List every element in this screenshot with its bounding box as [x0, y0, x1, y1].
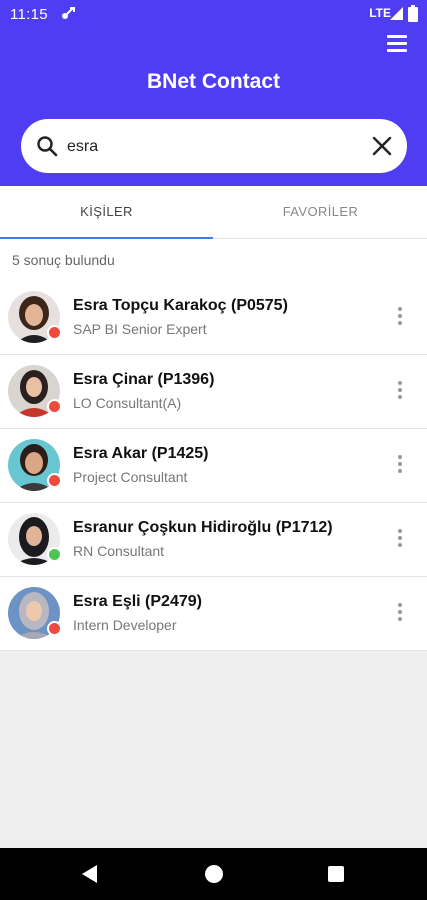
contact-name: Esra Akar (P1425): [73, 445, 209, 462]
more-options-icon[interactable]: [397, 529, 403, 551]
status-indicator: [47, 473, 62, 488]
search-icon: [37, 136, 58, 157]
results-header: 5 sonuç bulundu: [0, 239, 427, 281]
search-input[interactable]: [65, 133, 349, 161]
contact-row[interactable]: Esranur Çoşkun Hidiroğlu (P1712) RN Cons…: [0, 503, 427, 577]
tab-kisiler[interactable]: KİŞİLER: [0, 186, 213, 238]
status-time: 11:15: [10, 6, 48, 23]
more-options-icon[interactable]: [397, 381, 403, 403]
contact-name: Esra Çinar (P1396): [73, 371, 215, 388]
more-options-icon[interactable]: [397, 603, 403, 625]
more-options-icon[interactable]: [397, 455, 403, 477]
contact-list: Esra Topçu Karakoç (P0575) SAP BI Senior…: [0, 281, 427, 651]
contact-row[interactable]: Esra Topçu Karakoç (P0575) SAP BI Senior…: [0, 281, 427, 355]
status-indicator: [47, 621, 62, 636]
status-indicator: [47, 399, 62, 414]
contact-row[interactable]: Esra Eşli (P2479) Intern Developer: [0, 577, 427, 651]
network-type: LTE: [369, 6, 391, 20]
contact-role: SAP BI Senior Expert: [73, 321, 207, 337]
tab-bar: KİŞİLER FAVORİLER: [0, 186, 427, 239]
app-header: 11:15 LTE BNet Contact: [0, 0, 427, 186]
tab-favoriler[interactable]: FAVORİLER: [214, 186, 427, 238]
contact-row[interactable]: Esra Akar (P1425) Project Consultant: [0, 429, 427, 503]
battery-icon: [408, 5, 418, 22]
search-bar: [21, 119, 407, 173]
close-icon[interactable]: [371, 135, 393, 157]
home-circle-icon[interactable]: [205, 865, 223, 883]
contact-name: Esra Topçu Karakoç (P0575): [73, 297, 288, 314]
contact-role: Project Consultant: [73, 469, 188, 485]
contact-role: Intern Developer: [73, 617, 177, 633]
system-nav-bar: [0, 848, 427, 900]
signal-icon: [390, 7, 403, 20]
contact-role: LO Consultant(A): [73, 395, 182, 411]
status-indicator: [47, 547, 62, 562]
recents-square-icon[interactable]: [328, 866, 344, 882]
contact-role: RN Consultant: [73, 543, 165, 559]
contact-name: Esranur Çoşkun Hidiroğlu (P1712): [73, 519, 333, 536]
status-bar: 11:15 LTE: [0, 0, 427, 28]
page-title: BNet Contact: [146, 70, 280, 93]
back-triangle-icon[interactable]: [82, 865, 98, 883]
status-indicator: [47, 325, 62, 340]
results-count: 5 sonuç bulundu: [12, 252, 115, 268]
more-options-icon[interactable]: [397, 307, 403, 329]
data-saver-icon: [62, 7, 75, 19]
hamburger-menu-icon[interactable]: [387, 35, 407, 53]
contact-name: Esra Eşli (P2479): [73, 593, 202, 610]
contact-row[interactable]: Esra Çinar (P1396) LO Consultant(A): [0, 355, 427, 429]
